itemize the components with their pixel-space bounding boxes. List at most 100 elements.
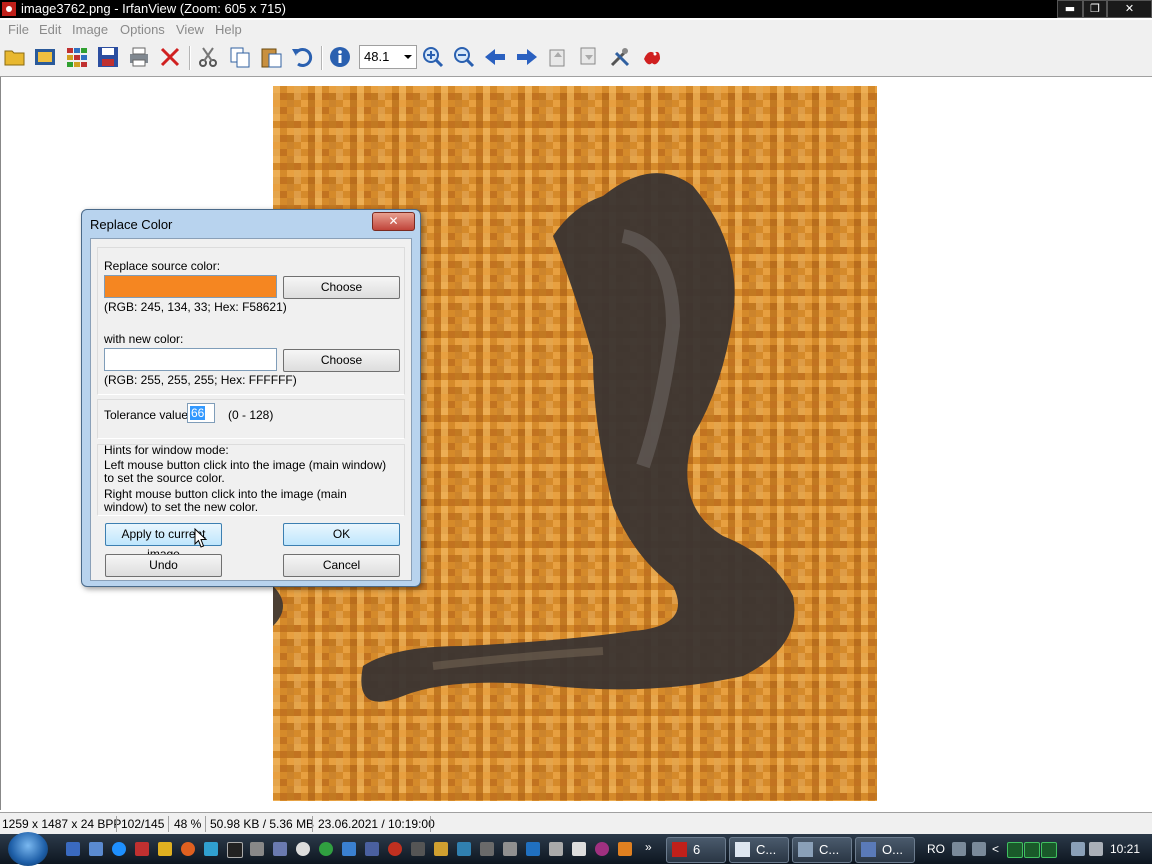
- language-indicator[interactable]: RO: [927, 842, 945, 856]
- app-icon[interactable]: [480, 842, 494, 856]
- menu-file[interactable]: File: [8, 22, 29, 37]
- app-icon[interactable]: [365, 842, 379, 856]
- window-icon: [861, 842, 876, 857]
- clock[interactable]: 10:21: [1110, 842, 1140, 856]
- dialog-title: Replace Color: [90, 217, 173, 232]
- app-icon[interactable]: [526, 842, 540, 856]
- last-page-icon[interactable]: [577, 45, 601, 69]
- menu-options[interactable]: Options: [120, 22, 165, 37]
- status-bar: 1259 x 1487 x 24 BPP 102/145 48 % 50.98 …: [0, 812, 1152, 835]
- source-color-label: Replace source color:: [104, 259, 221, 273]
- app-icon[interactable]: [204, 842, 218, 856]
- minimize-button[interactable]: ▬: [1057, 0, 1083, 18]
- show-desktop-icon[interactable]: [66, 842, 80, 856]
- network-graph-icon[interactable]: [1041, 842, 1057, 858]
- irfanview-logo-icon[interactable]: [640, 45, 664, 69]
- firefox-icon[interactable]: [181, 842, 195, 856]
- vlc-icon[interactable]: [618, 842, 632, 856]
- print-icon[interactable]: [127, 45, 151, 69]
- dialog-close-button[interactable]: ✕: [372, 212, 415, 231]
- start-button[interactable]: [8, 832, 48, 866]
- source-color-info: (RGB: 245, 134, 33; Hex: F58621): [104, 300, 287, 314]
- thumbnails-icon[interactable]: [65, 45, 89, 69]
- computer-icon[interactable]: [89, 842, 103, 856]
- app-icon[interactable]: [503, 842, 517, 856]
- ok-button[interactable]: OK: [283, 523, 400, 546]
- chrome-icon[interactable]: [319, 842, 333, 856]
- cancel-button[interactable]: Cancel: [283, 554, 400, 577]
- cut-icon[interactable]: [196, 45, 220, 69]
- php-icon[interactable]: [273, 842, 287, 856]
- settings-icon[interactable]: [608, 45, 632, 69]
- taskbar-item-notepad[interactable]: C...: [729, 837, 789, 863]
- app-icon[interactable]: [388, 842, 402, 856]
- toolbar: 48.1: [0, 39, 1152, 77]
- menu-help[interactable]: Help: [215, 22, 242, 37]
- app-icon[interactable]: [135, 842, 149, 856]
- network-graph-icon[interactable]: [1007, 842, 1023, 858]
- cmd-icon[interactable]: [227, 842, 243, 858]
- first-page-icon[interactable]: [546, 45, 570, 69]
- save-icon[interactable]: [96, 45, 120, 69]
- previous-icon[interactable]: [483, 45, 507, 69]
- choose-source-button[interactable]: Choose: [283, 276, 400, 299]
- info-icon[interactable]: [328, 45, 352, 69]
- paste-icon[interactable]: [259, 45, 283, 69]
- undo-button[interactable]: Undo: [105, 554, 222, 577]
- more-quicklaunch-icon[interactable]: »: [645, 840, 652, 854]
- app-icon[interactable]: [595, 842, 609, 856]
- slideshow-icon[interactable]: [33, 45, 57, 69]
- show-hidden-icons-icon[interactable]: <: [992, 842, 999, 856]
- new-color-info: (RGB: 255, 255, 255; Hex: FFFFFF): [104, 373, 297, 387]
- tolerance-input[interactable]: 66: [187, 403, 215, 423]
- taskbar-item-app[interactable]: C...: [792, 837, 852, 863]
- hint-right-click: Right mouse button click into the image …: [104, 487, 347, 514]
- menu-view[interactable]: View: [176, 22, 204, 37]
- new-color-label: with new color:: [104, 332, 184, 346]
- ie-icon[interactable]: [112, 842, 126, 856]
- irfanview-icon: [672, 842, 687, 857]
- close-button[interactable]: ✕: [1107, 0, 1152, 18]
- app-icon[interactable]: [342, 842, 356, 856]
- copy-icon[interactable]: [228, 45, 252, 69]
- open-icon[interactable]: [3, 45, 27, 69]
- hint-left-click: Left mouse button click into the image (…: [104, 458, 387, 485]
- maximize-button[interactable]: ❐: [1083, 0, 1107, 18]
- app-icon[interactable]: [434, 842, 448, 856]
- app-icon[interactable]: [411, 842, 425, 856]
- app-icon[interactable]: [296, 842, 310, 856]
- app-icon[interactable]: [572, 842, 586, 856]
- app-icon: [798, 842, 813, 857]
- tolerance-range: (0 - 128): [228, 408, 274, 422]
- media-icon[interactable]: [158, 842, 172, 856]
- app-icon[interactable]: [549, 842, 563, 856]
- network-icon[interactable]: [1071, 842, 1085, 856]
- zoom-in-icon[interactable]: [421, 45, 445, 69]
- menu-edit[interactable]: Edit: [39, 22, 61, 37]
- status-dimensions: 1259 x 1487 x 24 BPP: [2, 817, 122, 831]
- status-zoom: 48 %: [174, 817, 202, 831]
- tolerance-value: 66: [190, 406, 206, 420]
- next-icon[interactable]: [515, 45, 539, 69]
- tray-icon[interactable]: [952, 842, 966, 856]
- volume-icon[interactable]: [1089, 842, 1103, 856]
- delete-icon[interactable]: [158, 45, 182, 69]
- undo-icon[interactable]: [290, 45, 314, 69]
- network-graph-icon[interactable]: [1024, 842, 1040, 858]
- mouse-cursor-icon: [194, 528, 208, 548]
- window-title: image3762.png - IrfanView (Zoom: 605 x 7…: [21, 1, 286, 16]
- tray-icon[interactable]: [972, 842, 986, 856]
- zoom-out-icon[interactable]: [452, 45, 476, 69]
- notepad-icon: [735, 842, 750, 857]
- choose-new-button[interactable]: Choose: [283, 349, 400, 372]
- app-icon[interactable]: [457, 842, 471, 856]
- source-color-swatch: [104, 275, 277, 298]
- zoom-select[interactable]: 48.1: [359, 45, 417, 69]
- status-position: 102/145: [121, 817, 165, 831]
- taskbar-item-window[interactable]: O...: [855, 837, 915, 863]
- calc-icon[interactable]: [250, 842, 264, 856]
- taskbar-item-irfanview[interactable]: 6: [666, 837, 726, 863]
- menu-image[interactable]: Image: [72, 22, 108, 37]
- menu-bar: File Edit Image Options View Help: [0, 20, 1152, 39]
- tolerance-label: Tolerance value:: [104, 408, 192, 422]
